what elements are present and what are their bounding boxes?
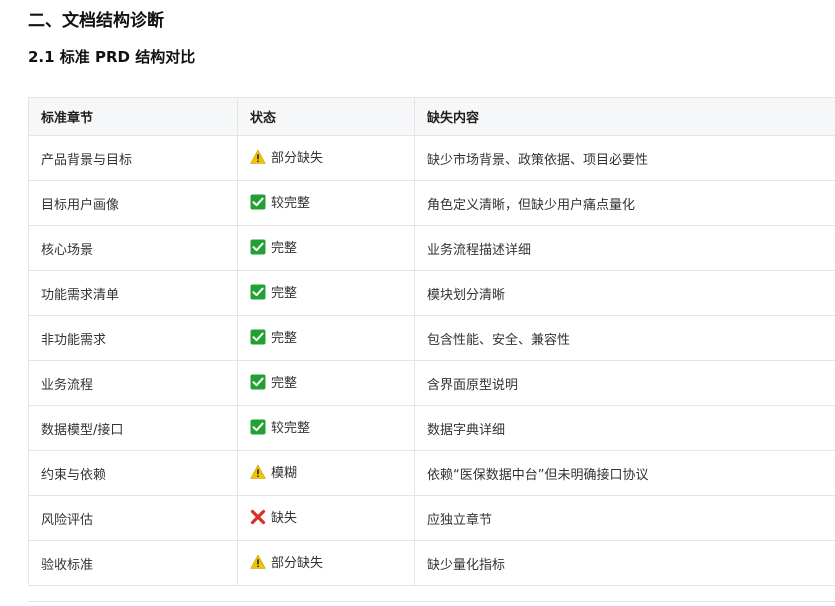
status-label: 部分缺失 — [271, 151, 324, 167]
table-row: 约束与依赖 模糊 依赖“医保数据中台”但未明确接口协议 — [28, 450, 835, 496]
table-row: 功能需求清单 完整 模块划分清晰 — [28, 270, 835, 316]
cell-status: 模糊 — [237, 450, 415, 496]
status-label: 完整 — [271, 331, 298, 347]
status-label: 部分缺失 — [271, 556, 324, 572]
cell-status: 完整 — [237, 225, 415, 271]
cell-status: 完整 — [237, 360, 415, 406]
header-status: 状态 — [237, 97, 415, 136]
status-label: 较完整 — [271, 196, 311, 212]
status-badge: 部分缺失 — [250, 552, 323, 571]
check-icon — [250, 329, 266, 345]
cell-status: 完整 — [237, 315, 415, 361]
status-badge: 完整 — [250, 237, 297, 256]
warning-icon — [250, 554, 266, 570]
check-icon — [250, 284, 266, 300]
cell-missing: 数据字典详细 — [414, 405, 835, 451]
header-chapter: 标准章节 — [28, 97, 238, 136]
cell-missing: 含界面原型说明 — [414, 360, 835, 406]
cell-status: 部分缺失 — [237, 135, 415, 181]
status-badge: 完整 — [250, 327, 297, 346]
cell-chapter: 业务流程 — [28, 360, 238, 406]
check-icon — [250, 419, 266, 435]
cell-status: 较完整 — [237, 180, 415, 226]
cell-status: 缺失 — [237, 495, 415, 541]
table-row: 验收标准 部分缺失 缺少量化指标 — [28, 540, 835, 586]
cell-missing: 应独立章节 — [414, 495, 835, 541]
cell-chapter: 验收标准 — [28, 540, 238, 586]
cell-status: 完整 — [237, 270, 415, 316]
cell-chapter: 目标用户画像 — [28, 180, 238, 226]
status-label: 缺失 — [271, 511, 298, 527]
structure-comparison-table: 标准章节 状态 缺失内容 产品背景与目标 部分缺失 缺少市场背景、政策依据、项目必要… — [28, 97, 835, 586]
status-badge: 缺失 — [250, 507, 297, 526]
cell-chapter: 产品背景与目标 — [28, 135, 238, 181]
table-row: 目标用户画像 较完整 角色定义清晰，但缺少用户痛点量化 — [28, 180, 835, 226]
cell-missing: 角色定义清晰，但缺少用户痛点量化 — [414, 180, 835, 226]
divider — [28, 601, 835, 602]
status-badge: 模糊 — [250, 462, 297, 481]
cell-chapter: 数据模型/接口 — [28, 405, 238, 451]
status-badge: 部分缺失 — [250, 147, 323, 166]
table-row: 数据模型/接口 较完整 数据字典详细 — [28, 405, 835, 451]
status-label: 完整 — [271, 376, 298, 392]
cell-chapter: 风险评估 — [28, 495, 238, 541]
cross-icon — [250, 509, 266, 525]
table-row: 业务流程 完整 含界面原型说明 — [28, 360, 835, 406]
status-label: 模糊 — [271, 466, 298, 482]
cell-status: 较完整 — [237, 405, 415, 451]
document-page: 二、文档结构诊断 2.1 标准 PRD 结构对比 标准章节 状态 缺失内容 产品… — [0, 0, 835, 606]
status-label: 完整 — [271, 286, 298, 302]
check-icon — [250, 374, 266, 390]
check-icon — [250, 239, 266, 255]
status-badge: 较完整 — [250, 417, 310, 436]
cell-status: 部分缺失 — [237, 540, 415, 586]
cell-missing: 依赖“医保数据中台”但未明确接口协议 — [414, 450, 835, 496]
cell-missing: 缺少市场背景、政策依据、项目必要性 — [414, 135, 835, 181]
header-missing: 缺失内容 — [414, 97, 835, 136]
status-badge: 完整 — [250, 372, 297, 391]
table-row: 风险评估 缺失 应独立章节 — [28, 495, 835, 541]
status-badge: 完整 — [250, 282, 297, 301]
status-label: 较完整 — [271, 421, 311, 437]
cell-chapter: 非功能需求 — [28, 315, 238, 361]
table-row: 产品背景与目标 部分缺失 缺少市场背景、政策依据、项目必要性 — [28, 135, 835, 181]
table-row: 核心场景 完整 业务流程描述详细 — [28, 225, 835, 271]
warning-icon — [250, 149, 266, 165]
warning-icon — [250, 464, 266, 480]
status-label: 完整 — [271, 241, 298, 257]
cell-missing: 业务流程描述详细 — [414, 225, 835, 271]
table-header-row: 标准章节 状态 缺失内容 — [28, 97, 835, 136]
subsection-heading: 2.1 标准 PRD 结构对比 — [28, 48, 196, 66]
status-badge: 较完整 — [250, 192, 310, 211]
check-icon — [250, 194, 266, 210]
cell-missing: 缺少量化指标 — [414, 540, 835, 586]
cell-chapter: 功能需求清单 — [28, 270, 238, 316]
table-row: 非功能需求 完整 包含性能、安全、兼容性 — [28, 315, 835, 361]
cell-chapter: 约束与依赖 — [28, 450, 238, 496]
cell-chapter: 核心场景 — [28, 225, 238, 271]
section-heading: 二、文档结构诊断 — [28, 11, 164, 31]
cell-missing: 模块划分清晰 — [414, 270, 835, 316]
cell-missing: 包含性能、安全、兼容性 — [414, 315, 835, 361]
